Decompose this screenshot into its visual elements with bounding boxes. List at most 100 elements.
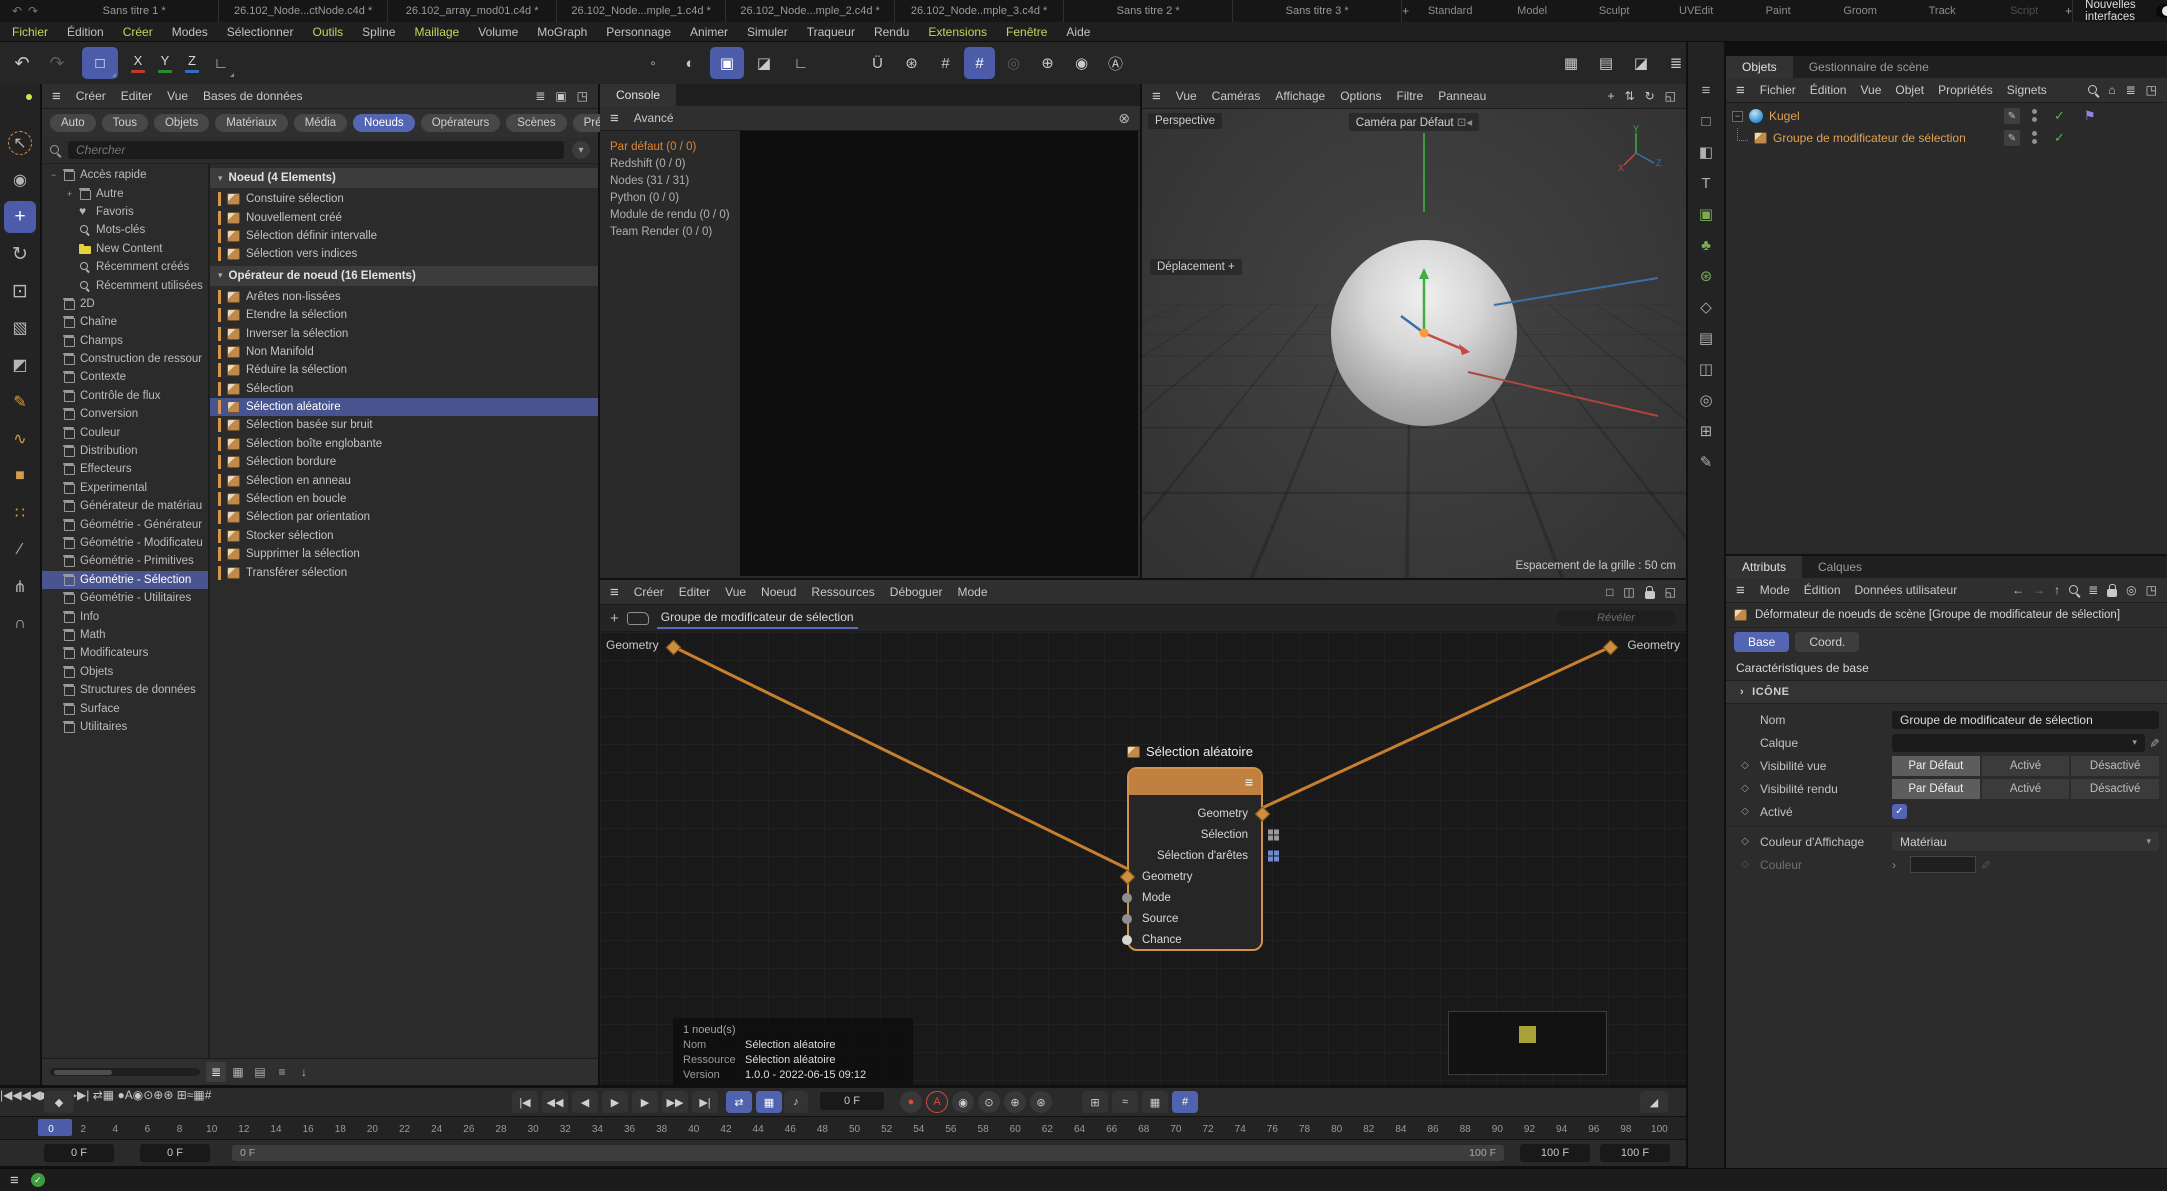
animate-diamond-icon[interactable]: ◇ [1734,760,1756,771]
popout-icon[interactable]: ◱ [1665,585,1676,599]
undo-button[interactable]: ↶ [6,47,38,79]
menu-item[interactable]: Mode [958,585,988,599]
panel-tab[interactable]: Attributs [1726,556,1802,578]
object-stack-icon[interactable]: ◧ [1693,140,1719,164]
snap-magnet-button[interactable]: Ü [862,47,893,79]
render-queue-button[interactable]: ≣ [1661,47,1691,79]
text-icon[interactable]: T [1693,171,1719,195]
enabled-checkbox[interactable]: ✓ [1892,804,1907,819]
keyframe-selection-button[interactable]: ◉ [952,1091,974,1113]
tree-item[interactable]: Géométrie - Modificateu [42,534,208,552]
motion-system-button[interactable]: ▦ [1142,1091,1168,1113]
list-item[interactable]: ▾ Arêtes non-lissées [210,288,598,306]
zoom-region-icon[interactable] [4,90,36,122]
detail-view-icon[interactable]: ▤ [250,1062,270,1082]
edge-mode-button[interactable]: ◐ [673,47,707,79]
port-marker[interactable] [1122,893,1132,903]
menu-item[interactable]: Rendu [874,25,909,39]
primitive-cube-icon[interactable]: ■ [4,460,36,492]
tree-item[interactable]: Info [42,607,208,625]
tree-item[interactable]: Contexte [42,368,208,386]
segment-option[interactable]: Désactivé [2071,756,2159,776]
expander-icon[interactable] [48,427,59,438]
tree-item[interactable]: Experimental [42,479,208,497]
list-item[interactable]: ▾ Etendre la sélection [210,306,598,324]
document-tab[interactable]: 26.102_Node...mple_2.c4d * [726,0,895,22]
range-start-field[interactable]: 0 F [44,1144,114,1162]
animate-diamond-icon[interactable]: ◇ [1734,806,1756,817]
layout-tab[interactable]: Sculpt [1573,0,1655,22]
view-label[interactable]: Perspective [1148,113,1222,129]
spline-tool-icon[interactable]: ∿ [4,423,36,455]
play-button[interactable]: ▶ [602,1091,628,1113]
next-key-button[interactable]: ▶▶ [662,1091,688,1113]
render-picture-viewer-button[interactable]: ▤ [1591,47,1621,79]
dolly-view-icon[interactable]: ⇅ [1625,89,1635,103]
tree-item[interactable]: Objets [42,663,208,681]
new-interfaces-toggle[interactable] [2156,4,2167,18]
name-input[interactable]: Groupe de modificateur de sélection [1892,711,2159,729]
menu-item[interactable]: Modes [172,25,208,39]
tree-item[interactable]: New Content [42,240,208,258]
list-item[interactable]: ▾ Sélection en boucle [210,490,598,508]
camera-label[interactable]: Caméra par Défaut ⊡◂ [1349,113,1479,131]
edit-toggle-icon[interactable]: ✎ [2004,108,2020,124]
tree-item[interactable]: Conversion [42,405,208,423]
layout-pane-icon[interactable]: □ [1693,109,1719,133]
go-to-start-button[interactable]: |◀ [512,1091,538,1113]
add-layout-button[interactable]: + [2065,0,2072,22]
list-item[interactable]: ▾ Stocker sélection [210,527,598,545]
expander-icon[interactable] [64,243,75,254]
filter-tab[interactable]: Opérateurs [421,114,501,132]
filter-tab[interactable]: Auto [50,114,96,132]
list-item[interactable]: ▾ Transférer sélection [210,563,598,581]
tree-item[interactable]: Récemment créés [42,258,208,276]
expander-icon[interactable] [48,519,59,530]
add-document-button[interactable]: + [1402,0,1409,22]
menu-item[interactable]: Extensions [928,25,987,39]
node-graph-canvas[interactable]: Geometry Geometry Sélection aléatoire ≡ … [600,632,1686,1085]
tweak-mode-icon[interactable]: ◉ [4,164,36,196]
isolate-view-button[interactable]: ◉ [1066,47,1097,79]
rectangle-selection-icon[interactable]: ▧ [4,312,36,344]
sound-toggle[interactable]: ♪ [784,1091,808,1113]
tree-item[interactable]: Géométrie - Sélection [42,571,208,589]
node-header[interactable]: ≡ [1129,769,1261,795]
filter-tab[interactable]: Tous [102,114,148,132]
expander-icon[interactable]: − [48,170,59,181]
tree-item[interactable]: Géométrie - Générateur [42,515,208,533]
selection-filter-button[interactable]: □ [82,47,118,79]
lock-icon[interactable] [1645,591,1655,599]
node-output-port[interactable]: Sélection [1129,824,1261,845]
tree-item[interactable]: Chaîne [42,313,208,331]
graph-minimap[interactable] [1448,1011,1607,1075]
parent-icon[interactable]: ↑ [2054,583,2060,597]
tree-item[interactable]: − Accès rapide [42,166,208,184]
hamburger-icon[interactable]: ≡ [1736,582,1745,599]
panel-tab[interactable]: Objets [1726,56,1793,78]
expander-icon[interactable] [64,262,75,273]
edit-toggle-icon[interactable]: ✎ [2004,130,2020,146]
tree-item[interactable]: Construction de ressour [42,350,208,368]
list-item[interactable]: ▾ Sélection en anneau [210,471,598,489]
current-frame-field[interactable]: 0 F [820,1092,884,1110]
display-color-select[interactable]: Matériau ▾ [1892,832,2159,851]
expander-icon[interactable] [64,225,75,236]
menu-item[interactable]: Spline [362,25,395,39]
layout-tab[interactable]: Paint [1737,0,1819,22]
grid-view-icon[interactable]: ▦ [228,1062,248,1082]
object-row-group[interactable]: Groupe de modificateur de sélection ✎ ✓ [1726,127,2167,149]
polygon-mode-button[interactable]: ▣ [710,47,744,79]
console-output[interactable] [740,131,1138,576]
list-item[interactable]: ▾ Inverser la sélection [210,324,598,342]
coordinate-system-button[interactable]: ∟ [206,47,236,79]
enabled-check-icon[interactable]: ✓ [2054,130,2065,146]
record-rotation-toggle[interactable]: ⊛ [1030,1091,1052,1113]
menu-item[interactable]: Vue [167,89,188,103]
list-item[interactable]: ▾ Réduire la sélection [210,361,598,379]
document-tab[interactable]: 26.102_Node...ctNode.c4d * [219,0,388,22]
list-item[interactable]: ▾ Noeud (4 Elements) [210,168,598,188]
pen-tool-icon[interactable]: ✎ [4,386,36,418]
spreadsheet-icon[interactable]: ▤ [1693,326,1719,350]
menu-item[interactable]: Traqueur [807,25,855,39]
